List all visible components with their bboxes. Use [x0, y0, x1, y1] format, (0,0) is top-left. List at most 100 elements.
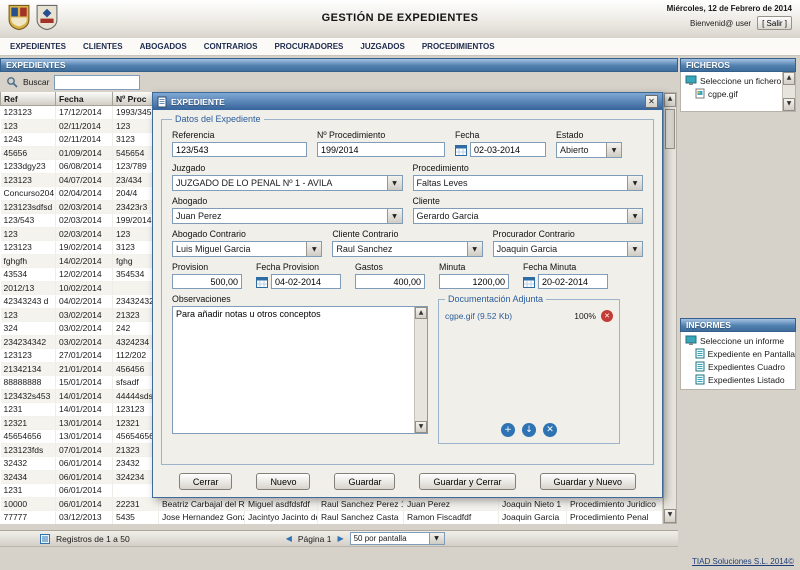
table-row[interactable]: 7777703/12/20135435Jose Hernandez Gonzal…	[1, 511, 663, 525]
column-header-ref[interactable]: Ref	[1, 92, 56, 106]
table-cell: 04/02/2014	[56, 295, 113, 309]
scroll-up-icon[interactable]: ▲	[664, 93, 676, 107]
table-cell: 06/01/2014	[56, 484, 113, 498]
table-cell: 123123sdfsd	[1, 200, 56, 214]
ficheros-scrollbar[interactable]: ▲ ▼	[782, 72, 795, 111]
table-cell: 17/12/2014	[56, 106, 113, 120]
table-cell: 42343243 d	[1, 295, 56, 309]
remove-file-icon[interactable]: ✕	[601, 310, 613, 322]
guardar-y-cerrar-button[interactable]: Guardar y Cerrar	[419, 473, 515, 490]
table-row[interactable]: 1000006/01/201422231Beatriz Carbajal del…	[1, 497, 663, 511]
table-cell: 13/01/2014	[56, 430, 113, 444]
session-info: Miércoles, 12 de Febrero de 2014 Bienven…	[667, 4, 792, 30]
monitor-icon	[685, 75, 697, 86]
table-cell: 234234342	[1, 335, 56, 349]
clear-files-icon[interactable]: ✕	[543, 423, 557, 437]
doc-legend: Documentación Adjunta	[445, 294, 546, 304]
guardar-button[interactable]: Guardar	[334, 473, 395, 490]
menu-item-juzgados[interactable]: JUZGADOS	[360, 42, 404, 51]
report-icon	[695, 348, 705, 359]
procurador-contrario-select[interactable]: Joaquin Garcia ▼	[493, 241, 643, 257]
search-input[interactable]	[54, 75, 140, 90]
scrollbar-track[interactable]	[664, 107, 676, 509]
dialog-buttons: Cerrar Nuevo Guardar Guardar y Cerrar Gu…	[153, 473, 662, 490]
prev-page-icon[interactable]: ◀	[286, 534, 292, 543]
menu-item-contrarios[interactable]: CONTRARIOS	[204, 42, 258, 51]
fichero-item-cgpe[interactable]: cgpe.gif	[681, 87, 782, 100]
minuta-input[interactable]	[439, 274, 509, 289]
calendar-icon[interactable]	[455, 144, 467, 156]
scroll-down-icon[interactable]: ▼	[664, 509, 676, 523]
cliente-contrario-select[interactable]: Raul Sanchez ▼	[332, 241, 482, 257]
expedientes-panel-header: EXPEDIENTES	[0, 58, 678, 72]
scroll-up-icon[interactable]: ▲	[415, 307, 427, 319]
close-icon[interactable]: ✕	[645, 95, 658, 108]
logout-button[interactable]: [ Salir ]	[757, 16, 792, 30]
document-icon	[157, 96, 167, 108]
table-cell: 45654656	[1, 430, 56, 444]
per-page-select[interactable]: 50 por pantalla ▼	[350, 532, 445, 545]
scroll-up-icon[interactable]: ▲	[783, 72, 795, 85]
cerrar-button[interactable]: Cerrar	[179, 473, 233, 490]
observaciones-label: Observaciones	[172, 294, 428, 304]
juzgado-select[interactable]: JUZGADO DE LO PENAL Nº 1 - AVILA ▼	[172, 175, 403, 191]
menu-item-procuradores[interactable]: PROCURADORES	[274, 42, 343, 51]
download-file-icon[interactable]: ↓	[522, 423, 536, 437]
abogado-contrario-label: Abogado Contrario	[172, 229, 322, 239]
footer-credit[interactable]: TIAD Soluciones S.L. 2014©	[692, 557, 794, 566]
menu-item-clientes[interactable]: CLIENTES	[83, 42, 123, 51]
procedimiento-select[interactable]: Faltas Leves ▼	[413, 175, 644, 191]
gastos-input[interactable]	[355, 274, 425, 289]
table-cell: 1231	[1, 484, 56, 498]
calendar-icon[interactable]	[256, 276, 268, 288]
doc-actions: + ↓ ✕	[439, 423, 619, 437]
calendar-icon[interactable]	[523, 276, 535, 288]
pagination-bar: Registros de 1 a 50 ◀ Página 1 ▶ 50 por …	[0, 530, 678, 547]
dialog-titlebar[interactable]: EXPEDIENTE ✕	[153, 93, 662, 110]
table-cell: 02/03/2014	[56, 214, 113, 228]
app-window: GESTIÓN DE EXPEDIENTES Miércoles, 12 de …	[0, 0, 800, 570]
table-cell: 02/04/2014	[56, 187, 113, 201]
attached-file-link[interactable]: cgpe.gif (9.52 Kb)	[445, 311, 569, 321]
fecha-minuta-label: Fecha Minuta	[523, 262, 608, 272]
cliente-contrario-value: Raul Sanchez	[336, 244, 392, 254]
informe-item-cuadro[interactable]: Expedientes Cuadro	[681, 360, 795, 373]
next-page-icon[interactable]: ▶	[337, 534, 343, 543]
estado-select[interactable]: Abierto ▼	[556, 142, 622, 158]
textarea-scrollbar[interactable]: ▲ ▼	[414, 307, 427, 433]
table-cell: 10/02/2014	[56, 281, 113, 295]
guardar-y-nuevo-button[interactable]: Guardar y Nuevo	[540, 473, 637, 490]
observaciones-textarea[interactable]: Para añadir notas u otros conceptos	[172, 306, 428, 434]
menu-item-expedientes[interactable]: EXPEDIENTES	[10, 42, 66, 51]
abogado-contrario-select[interactable]: Luis Miguel Garcia ▼	[172, 241, 322, 257]
nuevo-button[interactable]: Nuevo	[256, 473, 310, 490]
juzgado-value: JUZGADO DE LO PENAL Nº 1 - AVILA	[176, 178, 332, 188]
informes-root-item[interactable]: Seleccione un informe	[681, 334, 795, 347]
fecha-label: Fecha	[455, 130, 546, 140]
n-procedimiento-input[interactable]	[317, 142, 445, 157]
table-cell: 123123	[1, 241, 56, 255]
search-label: Buscar	[23, 77, 49, 87]
table-cell: 123/543	[1, 214, 56, 228]
table-cell: 06/01/2014	[56, 470, 113, 484]
provision-input[interactable]	[172, 274, 242, 289]
fecha-provision-input[interactable]	[271, 274, 341, 289]
menu-item-abogados[interactable]: ABOGADOS	[140, 42, 187, 51]
add-file-icon[interactable]: +	[501, 423, 515, 437]
cliente-label: Cliente	[413, 196, 644, 206]
cliente-select[interactable]: Gerardo Garcia ▼	[413, 208, 644, 224]
ficheros-root-item[interactable]: Seleccione un fichero	[681, 74, 782, 87]
fecha-minuta-input[interactable]	[538, 274, 608, 289]
fecha-input[interactable]	[470, 142, 546, 157]
referencia-input[interactable]	[172, 142, 307, 157]
informe-item-pantalla[interactable]: Expediente en Pantalla	[681, 347, 795, 360]
column-header-fecha[interactable]: Fecha	[56, 92, 113, 106]
scroll-down-icon[interactable]: ▼	[415, 421, 427, 433]
table-scrollbar[interactable]: ▲ ▼	[663, 92, 677, 524]
right-sidebar: FICHEROS Seleccione un fichero c	[680, 58, 798, 570]
scrollbar-thumb[interactable]	[665, 109, 675, 149]
scroll-down-icon[interactable]: ▼	[783, 98, 795, 111]
menu-item-procedimientos[interactable]: PROCEDIMIENTOS	[422, 42, 495, 51]
abogado-select[interactable]: Juan Perez ▼	[172, 208, 403, 224]
informe-item-listado[interactable]: Expedientes Listado	[681, 373, 795, 386]
